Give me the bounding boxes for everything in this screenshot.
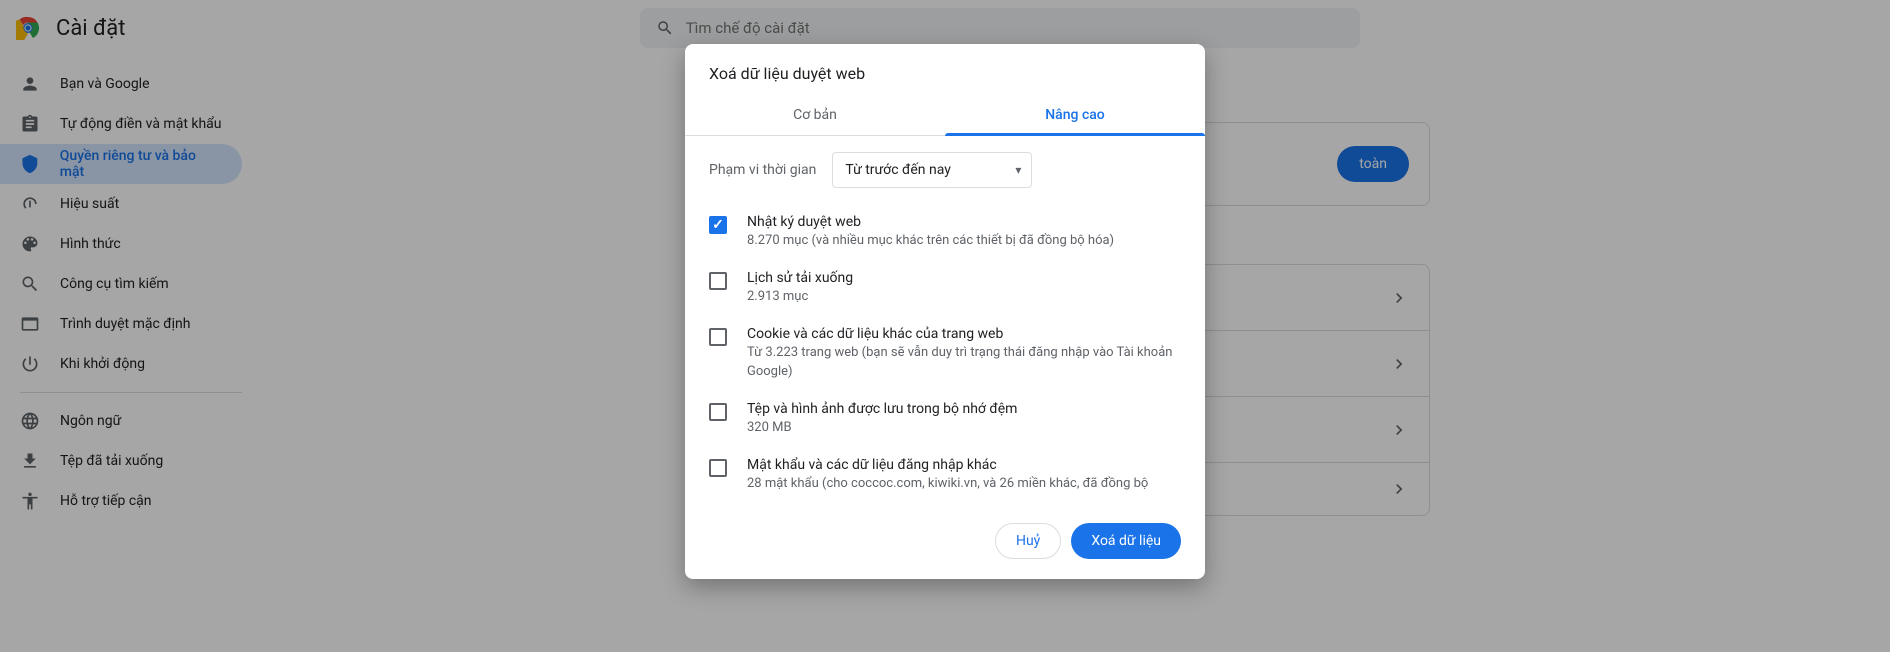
checkbox[interactable] [709,459,727,477]
check-item-2[interactable]: Cookie và các dữ liệu khác của trang web… [709,316,1181,390]
check-title: Tệp và hình ảnh được lưu trong bộ nhớ đệ… [747,401,1181,417]
checkbox[interactable] [709,272,727,290]
clear-data-dialog: Xoá dữ liệu duyệt web Cơ bản Nâng cao Ph… [685,44,1205,579]
tab-advanced[interactable]: Nâng cao [945,95,1205,135]
check-item-3[interactable]: Tệp và hình ảnh được lưu trong bộ nhớ đệ… [709,391,1181,447]
checkbox[interactable] [709,216,727,234]
check-sub: 28 mật khẩu (cho coccoc.com, kiwiki.vn, … [747,475,1181,493]
check-title: Lịch sử tải xuống [747,270,1181,286]
check-sub: Từ 3.223 trang web (bạn sẽ vẫn duy trì t… [747,344,1181,380]
clear-data-button[interactable]: Xoá dữ liệu [1071,523,1181,559]
dialog-tabs: Cơ bản Nâng cao [685,95,1205,136]
cancel-button[interactable]: Huỷ [995,523,1061,559]
time-range-value: Từ trước đến nay [845,162,951,178]
check-sub: 2.913 mục [747,288,1181,306]
check-sub: 8.270 mục (và nhiều mục khác trên các th… [747,232,1181,250]
dialog-title: Xoá dữ liệu duyệt web [685,44,1205,95]
check-title: Cookie và các dữ liệu khác của trang web [747,326,1181,342]
check-item-0[interactable]: Nhật ký duyệt web 8.270 mục (và nhiều mụ… [709,204,1181,260]
check-sub: 320 MB [747,419,1181,437]
time-range-select[interactable]: Từ trước đến nay [832,152,1032,188]
time-range-label: Phạm vi thời gian [709,162,816,178]
tab-basic[interactable]: Cơ bản [685,95,945,135]
check-title: Mật khẩu và các dữ liệu đăng nhập khác [747,457,1181,473]
checkbox[interactable] [709,328,727,346]
checkbox[interactable] [709,403,727,421]
check-item-1[interactable]: Lịch sử tải xuống 2.913 mục [709,260,1181,316]
check-title: Nhật ký duyệt web [747,214,1181,230]
modal-overlay[interactable]: Xoá dữ liệu duyệt web Cơ bản Nâng cao Ph… [0,0,1890,652]
check-item-4[interactable]: Mật khẩu và các dữ liệu đăng nhập khác 2… [709,447,1181,503]
